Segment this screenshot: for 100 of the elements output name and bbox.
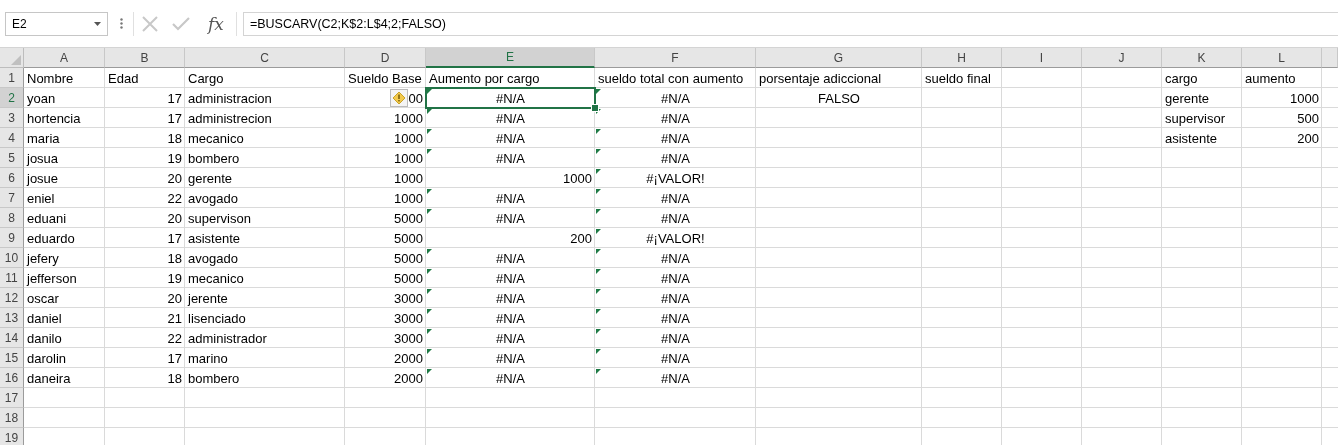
table-cell[interactable]: danilo <box>24 328 105 348</box>
table-cell[interactable]: #N/A <box>426 128 595 148</box>
table-cell[interactable]: 19 <box>105 268 185 288</box>
table-cell[interactable]: Aumento por cargo <box>426 68 595 88</box>
table-cell[interactable]: daniel <box>24 308 105 328</box>
table-cell[interactable]: 3000 <box>345 288 426 308</box>
column-header[interactable]: J <box>1082 48 1162 68</box>
table-cell[interactable]: Cargo <box>185 68 345 88</box>
table-cell[interactable]: 00 <box>345 88 426 108</box>
table-cell[interactable]: gerente <box>185 168 345 188</box>
table-cell[interactable]: cargo <box>1162 68 1242 88</box>
table-cell[interactable]: 2000 <box>345 368 426 388</box>
table-cell[interactable]: #N/A <box>426 288 595 308</box>
table-cell[interactable]: marino <box>185 348 345 368</box>
table-cell[interactable]: mecanico <box>185 268 345 288</box>
table-cell[interactable]: josua <box>24 148 105 168</box>
table-cell[interactable]: 5000 <box>345 268 426 288</box>
table-cell[interactable]: lisenciado <box>185 308 345 328</box>
column-header[interactable]: D <box>345 48 426 68</box>
table-cell[interactable]: Edad <box>105 68 185 88</box>
row-header[interactable]: 15 <box>0 348 24 368</box>
table-cell[interactable]: #N/A <box>595 208 756 228</box>
row-header[interactable]: 8 <box>0 208 24 228</box>
table-cell[interactable]: avogado <box>185 248 345 268</box>
table-cell[interactable]: hortencia <box>24 108 105 128</box>
row-header[interactable]: 13 <box>0 308 24 328</box>
table-cell[interactable]: administrador <box>185 328 345 348</box>
table-cell[interactable]: 17 <box>105 228 185 248</box>
table-cell[interactable]: eduardo <box>24 228 105 248</box>
table-cell[interactable]: daneira <box>24 368 105 388</box>
name-box[interactable]: E2 <box>5 11 108 36</box>
table-cell[interactable]: #N/A <box>595 268 756 288</box>
table-cell[interactable]: 1000 <box>426 168 595 188</box>
row-header[interactable]: 4 <box>0 128 24 148</box>
table-cell[interactable]: asistente <box>1162 128 1242 148</box>
formula-field[interactable]: =BUSCARV(C2;K$2:L$4;2;FALSO) <box>242 11 1338 36</box>
column-header[interactable]: K <box>1162 48 1242 68</box>
table-cell[interactable]: aumento <box>1242 68 1322 88</box>
column-header[interactable]: C <box>185 48 345 68</box>
table-cell[interactable]: sueldo final <box>922 68 1002 88</box>
table-cell[interactable]: #N/A <box>426 268 595 288</box>
table-cell[interactable]: 1000 <box>345 128 426 148</box>
table-cell[interactable]: 3000 <box>345 328 426 348</box>
table-cell[interactable]: #N/A <box>595 328 756 348</box>
table-cell[interactable]: 1000 <box>345 108 426 128</box>
table-cell[interactable]: #N/A <box>595 108 756 128</box>
table-cell[interactable]: 17 <box>105 108 185 128</box>
table-cell[interactable]: #N/A <box>426 348 595 368</box>
table-cell[interactable]: 1000 <box>345 148 426 168</box>
table-cell[interactable]: 20 <box>105 168 185 188</box>
column-header[interactable]: I <box>1002 48 1082 68</box>
table-cell[interactable]: #N/A <box>426 208 595 228</box>
table-cell[interactable]: #N/A <box>595 248 756 268</box>
row-header[interactable]: 7 <box>0 188 24 208</box>
table-cell[interactable]: darolin <box>24 348 105 368</box>
row-header[interactable]: 9 <box>0 228 24 248</box>
row-header[interactable]: 14 <box>0 328 24 348</box>
table-cell[interactable]: 17 <box>105 348 185 368</box>
table-cell[interactable]: avogado <box>185 188 345 208</box>
table-cell[interactable]: #N/A <box>426 188 595 208</box>
table-cell[interactable]: asistente <box>185 228 345 248</box>
warning-icon[interactable] <box>389 89 408 107</box>
cancel-icon[interactable] <box>142 15 158 32</box>
table-cell[interactable]: Sueldo Base <box>345 68 426 88</box>
table-cell[interactable]: bombero <box>185 368 345 388</box>
table-cell[interactable]: mecanico <box>185 128 345 148</box>
table-cell[interactable]: 500 <box>1242 108 1322 128</box>
row-header[interactable]: 2 <box>0 88 24 108</box>
table-cell[interactable]: maria <box>24 128 105 148</box>
table-cell[interactable]: #N/A <box>595 148 756 168</box>
table-cell[interactable]: 19 <box>105 148 185 168</box>
table-cell[interactable]: eduani <box>24 208 105 228</box>
table-cell[interactable]: 18 <box>105 368 185 388</box>
table-cell[interactable]: 5000 <box>345 248 426 268</box>
row-header[interactable]: 12 <box>0 288 24 308</box>
table-cell[interactable]: #N/A <box>426 328 595 348</box>
table-cell[interactable]: 20 <box>105 208 185 228</box>
row-header[interactable]: 10 <box>0 248 24 268</box>
table-cell[interactable]: 22 <box>105 188 185 208</box>
table-cell[interactable]: porsentaje adiccional <box>756 68 922 88</box>
table-cell[interactable]: #N/A <box>595 308 756 328</box>
table-cell[interactable]: administrecion <box>185 108 345 128</box>
table-cell[interactable]: #N/A <box>595 188 756 208</box>
row-header[interactable]: 19 <box>0 428 24 445</box>
column-header[interactable] <box>1322 48 1338 68</box>
table-cell[interactable]: 3000 <box>345 308 426 328</box>
table-cell[interactable]: 1000 <box>345 168 426 188</box>
table-cell[interactable]: #N/A <box>426 88 595 108</box>
table-cell[interactable]: #N/A <box>595 88 756 108</box>
table-cell[interactable]: 200 <box>1242 128 1322 148</box>
table-cell[interactable]: 22 <box>105 328 185 348</box>
table-cell[interactable]: gerente <box>1162 88 1242 108</box>
column-header[interactable]: H <box>922 48 1002 68</box>
column-header[interactable]: A <box>24 48 105 68</box>
table-cell[interactable]: jefery <box>24 248 105 268</box>
row-header[interactable]: 5 <box>0 148 24 168</box>
row-header[interactable]: 6 <box>0 168 24 188</box>
row-header[interactable]: 17 <box>0 388 24 408</box>
more-options-icon[interactable] <box>120 18 123 29</box>
table-cell[interactable]: #N/A <box>595 348 756 368</box>
